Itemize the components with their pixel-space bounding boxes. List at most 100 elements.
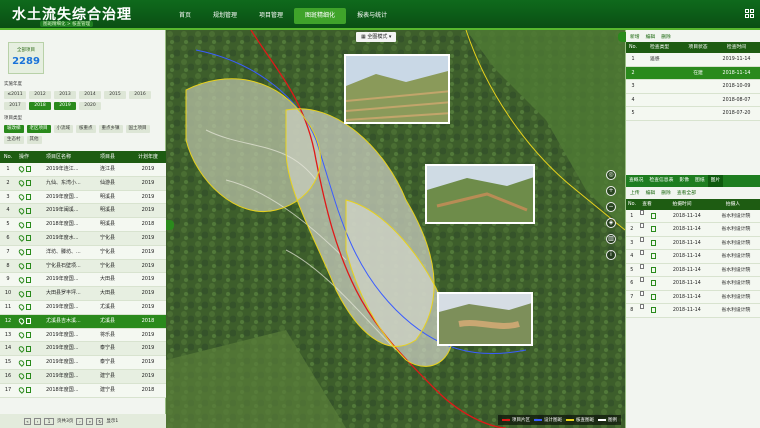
year-chip[interactable]: 2017 bbox=[4, 102, 26, 110]
photo-row[interactable]: 2 2018-11-14 省水利设计院 bbox=[626, 223, 760, 237]
toolbar-button[interactable]: 编辑 bbox=[646, 189, 656, 196]
map-pin-icon[interactable] bbox=[17, 317, 26, 326]
toolbar-button[interactable]: 删除 bbox=[661, 189, 671, 196]
prev-page-button[interactable]: ‹ bbox=[34, 417, 41, 425]
table-row[interactable]: 15 2019年度国... 泰宁县 2019 bbox=[0, 356, 166, 370]
type-chip[interactable]: 其他 bbox=[26, 136, 42, 144]
info-icon[interactable]: i bbox=[606, 250, 616, 260]
collapse-right-panel-button[interactable] bbox=[618, 32, 626, 42]
nav-tab-4[interactable]: 图斑精细化 bbox=[294, 8, 347, 24]
nav-tab-1[interactable]: 首页 bbox=[168, 8, 202, 24]
table-row[interactable]: 14 2019年度国... 泰宁县 2019 bbox=[0, 342, 166, 357]
table-row[interactable]: 3 2019年度国... 明溪县 2019 bbox=[0, 190, 166, 205]
year-chip[interactable]: 2020 bbox=[79, 102, 101, 110]
next-page-button[interactable]: › bbox=[76, 417, 84, 425]
table-row[interactable]: 2 九仙、东湾小... 仙游县 2019 bbox=[0, 176, 166, 191]
view-photo-icon[interactable] bbox=[650, 293, 656, 300]
document-icon[interactable] bbox=[26, 290, 31, 297]
tab-4[interactable]: 图纸 bbox=[692, 175, 708, 187]
document-icon[interactable] bbox=[26, 166, 31, 173]
map-pin-icon[interactable] bbox=[17, 179, 26, 188]
table-row[interactable]: 8 宁化县石壁项... 宁化县 2019 bbox=[0, 259, 166, 274]
toolbar-button[interactable]: 新增 bbox=[630, 33, 640, 40]
nav-tab-2[interactable]: 规划管理 bbox=[202, 8, 248, 24]
type-chip[interactable]: 生态村 bbox=[4, 136, 24, 144]
map-pin-icon[interactable] bbox=[17, 344, 26, 353]
document-icon[interactable] bbox=[26, 193, 31, 200]
site-photo-1[interactable] bbox=[344, 54, 450, 124]
map-pin-icon[interactable] bbox=[17, 386, 26, 395]
type-chip[interactable]: 核重点 bbox=[76, 125, 96, 133]
photo-row[interactable]: 3 2018-11-14 省水利设计院 bbox=[626, 236, 760, 250]
map-pin-icon[interactable] bbox=[17, 206, 26, 215]
table-row[interactable]: 7 洋坊、滕坊、... 宁化县 2019 bbox=[0, 245, 166, 260]
map-pin-icon[interactable] bbox=[17, 234, 26, 243]
map-pin-icon[interactable] bbox=[17, 193, 26, 201]
document-icon[interactable] bbox=[26, 207, 31, 214]
map-pin-icon[interactable] bbox=[17, 220, 26, 229]
table-row[interactable]: 13 2019年度国... 将乐县 2019 bbox=[0, 328, 166, 343]
toolbar-button[interactable]: 删除 bbox=[661, 33, 671, 40]
map-pin-icon[interactable] bbox=[17, 165, 26, 174]
inspection-row[interactable]: 1 遥感 2019-11-14 bbox=[626, 53, 760, 67]
document-icon[interactable] bbox=[26, 345, 31, 352]
document-icon[interactable] bbox=[26, 304, 31, 311]
year-chip[interactable]: 2018 bbox=[29, 102, 51, 110]
year-chip[interactable]: 2012 bbox=[29, 91, 51, 99]
total-projects-card[interactable]: 全部项目 2289 bbox=[8, 42, 44, 74]
tab-5[interactable]: 图片 bbox=[707, 174, 724, 187]
document-icon[interactable] bbox=[26, 318, 31, 325]
type-chip[interactable]: 坡改梯 bbox=[4, 125, 24, 133]
map-pin-icon[interactable] bbox=[17, 331, 26, 339]
document-icon[interactable] bbox=[26, 373, 31, 380]
photo-row[interactable]: 1 2018-11-14 省水利设计院 bbox=[626, 209, 760, 223]
table-row[interactable]: 17 2018年度国... 建宁县 2018 bbox=[0, 383, 166, 398]
table-row[interactable]: 5 2018年度国... 明溪县 2018 bbox=[0, 218, 166, 232]
document-icon[interactable] bbox=[26, 180, 31, 187]
map-pin-icon[interactable] bbox=[17, 262, 26, 270]
toolbar-button[interactable]: 上传 bbox=[630, 189, 640, 196]
measure-icon[interactable]: ▥ bbox=[606, 234, 616, 244]
zoom-out-icon[interactable]: − bbox=[606, 202, 616, 212]
tab-1[interactable]: 查概况 bbox=[626, 175, 646, 187]
year-chip[interactable]: 2014 bbox=[79, 91, 101, 99]
last-page-button[interactable]: » bbox=[86, 417, 94, 425]
inspection-row[interactable]: 4 2018-08-07 bbox=[626, 93, 760, 107]
map-pin-icon[interactable] bbox=[17, 358, 26, 367]
page-input[interactable]: 1 bbox=[44, 417, 54, 425]
toolbar-button[interactable]: 编辑 bbox=[646, 33, 656, 40]
type-chip[interactable]: 小流域 bbox=[53, 125, 73, 133]
inspection-row[interactable]: 3 2018-10-09 bbox=[626, 80, 760, 94]
document-icon[interactable] bbox=[26, 235, 31, 242]
tab-3[interactable]: 影像 bbox=[676, 175, 692, 187]
satellite-map[interactable]: ▦ 全图模式 ▾ ◎ + − ◈ ▥ i 项目片区 设计图斑 核查图斑 图例 bbox=[166, 30, 625, 428]
table-row[interactable]: 1 2019年连江... 连江县 2019 bbox=[0, 163, 166, 177]
view-photo-icon[interactable] bbox=[650, 307, 656, 314]
type-chip[interactable]: 老区项目 bbox=[26, 125, 51, 133]
year-chip[interactable]: 2013 bbox=[54, 91, 76, 99]
photo-row[interactable]: 8 2018-11-14 省水利设计院 bbox=[626, 304, 760, 318]
view-photo-icon[interactable] bbox=[650, 266, 656, 273]
photo-row[interactable]: 6 2018-11-14 省水利设计院 bbox=[626, 277, 760, 291]
type-chip[interactable]: 国土项目 bbox=[125, 125, 150, 133]
document-icon[interactable] bbox=[26, 276, 31, 283]
year-chip[interactable]: 2016 bbox=[129, 91, 151, 99]
inspection-row[interactable]: 2 在建 2018-11-14 bbox=[626, 66, 760, 80]
year-chip[interactable]: 2015 bbox=[104, 91, 126, 99]
type-chip[interactable]: 重点乡镇 bbox=[98, 125, 123, 133]
view-photo-icon[interactable] bbox=[650, 253, 656, 260]
year-chip[interactable]: 2019 bbox=[54, 102, 76, 110]
table-row[interactable]: 4 2019年闽溪... 明溪县 2019 bbox=[0, 204, 166, 219]
document-icon[interactable] bbox=[26, 359, 31, 366]
layers-icon[interactable]: ◈ bbox=[606, 218, 616, 228]
document-icon[interactable] bbox=[26, 262, 31, 269]
zoom-in-icon[interactable]: + bbox=[606, 186, 616, 196]
table-row[interactable]: 9 2019年度国... 大田县 2019 bbox=[0, 273, 166, 288]
document-icon[interactable] bbox=[26, 221, 31, 228]
table-row[interactable]: 12 尤溪县吉木溪... 尤溪县 2018 bbox=[0, 314, 166, 329]
view-photo-icon[interactable] bbox=[650, 280, 656, 287]
first-page-button[interactable]: « bbox=[24, 417, 31, 425]
document-icon[interactable] bbox=[26, 249, 31, 256]
map-pin-icon[interactable] bbox=[17, 289, 26, 298]
site-photo-3[interactable] bbox=[437, 292, 533, 346]
